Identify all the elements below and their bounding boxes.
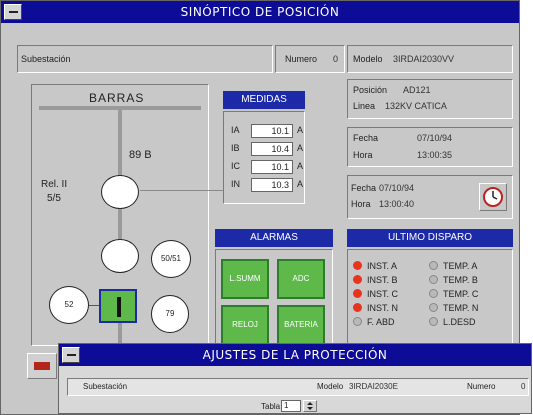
relay-connector-line [140, 190, 223, 191]
medida-ia-value: 10.1 [251, 124, 293, 138]
breaker-52-circle[interactable]: 52 [49, 286, 89, 324]
inst-c-indicator [353, 289, 362, 298]
temp-b-indicator [429, 275, 438, 284]
current-transformer-lower[interactable] [101, 239, 139, 273]
medida-ib-unit: A [297, 143, 304, 153]
medidas-header: MEDIDAS [223, 91, 305, 109]
ajustes-modelo-label: Modelo [317, 382, 344, 391]
disparo-hora-value: 13:00:40 [379, 199, 415, 209]
reclosing-79-label: 79 [165, 309, 175, 318]
posicion-value: AD121 [403, 85, 431, 95]
temp-c-label: TEMP. C [443, 289, 479, 299]
inst-n-indicator [353, 303, 362, 312]
relay-5051-circle[interactable]: 50/51 [151, 240, 191, 278]
medida-ia-unit: A [297, 125, 304, 135]
medida-ic-label: IC [231, 161, 240, 171]
inst-n-label: INST. N [367, 303, 399, 313]
breaker-symbol[interactable] [99, 289, 137, 323]
modelo-value: 3IRDAI2030VV [393, 54, 455, 64]
tabla-label: Tabla [261, 402, 281, 411]
clock-button[interactable] [479, 183, 507, 211]
inst-b-label: INST. B [367, 275, 398, 285]
hora-label: Hora [353, 150, 373, 160]
ajustes-modelo-value: 3IRDAI2030E [349, 382, 398, 391]
clock-icon [483, 187, 503, 207]
logo-button[interactable] [27, 353, 57, 379]
inst-b-indicator [353, 275, 362, 284]
subestacion-label: Subestación [21, 54, 71, 64]
f-abd-label: F. ABD [367, 317, 395, 327]
l-desd-indicator [429, 317, 438, 326]
linea-label: Linea [353, 101, 376, 111]
medida-ic-value: 10.1 [251, 160, 293, 174]
feeder-line-bottom [118, 323, 122, 345]
medida-in-unit: A [297, 179, 304, 189]
disparo-fecha-label: Fecha [351, 183, 377, 193]
alarm-adc-button[interactable]: ADC [277, 259, 325, 299]
alarm-lsumm-button[interactable]: L.SUMM [221, 259, 269, 299]
temp-n-indicator [429, 303, 438, 312]
alarm-bateria-label: BATERIA [284, 320, 318, 329]
inst-a-indicator [353, 261, 362, 270]
disparo-fecha-value: 07/10/94 [379, 183, 415, 193]
ajustes-header-box [67, 378, 529, 396]
temp-c-indicator [429, 289, 438, 298]
main-title-bar[interactable]: SINÓPTICO DE POSICIÓN [1, 1, 519, 23]
medida-in-value: 10.3 [251, 178, 293, 192]
modelo-label: Modelo [353, 54, 383, 64]
disconnector-89b-label: 89 B [129, 149, 152, 161]
medida-ia-label: IA [231, 125, 240, 135]
inst-a-label: INST. A [367, 261, 398, 271]
ajustes-numero-label: Numero [467, 382, 496, 391]
tabla-input[interactable]: 1 [281, 400, 301, 412]
linea-value: 132KV CATICA [385, 101, 447, 111]
f-abd-indicator [353, 317, 362, 326]
temp-a-label: TEMP. A [443, 261, 478, 271]
ajustes-window-title: AJUSTES DE LA PROTECCIÓN [202, 348, 388, 362]
breaker-contact-bar [117, 297, 121, 317]
main-window-title: SINÓPTICO DE POSICIÓN [180, 5, 340, 19]
fecha-label: Fecha [353, 133, 379, 143]
feeder-line-top [118, 110, 122, 184]
alarm-adc-label: ADC [292, 274, 310, 283]
posicion-label: Posición [353, 85, 388, 95]
temp-n-label: TEMP. N [443, 303, 479, 313]
temp-a-indicator [429, 261, 438, 270]
medida-ib-label: IB [231, 143, 240, 153]
l-desd-label: L.DESD [443, 317, 476, 327]
disparo-hora-label: Hora [351, 199, 371, 209]
stepper-arrow-icon [307, 402, 313, 410]
alarmas-header: ALARMAS [215, 229, 333, 247]
ajustes-title-bar[interactable]: AJUSTES DE LA PROTECCIÓN [59, 344, 531, 366]
alarm-reloj-label: RELOJ [232, 320, 258, 329]
ajustes-window: AJUSTES DE LA PROTECCIÓN Subestación Mod… [58, 343, 532, 414]
numero-label: Numero [285, 54, 318, 64]
medida-ib-value: 10.4 [251, 142, 293, 156]
medida-ic-unit: A [297, 161, 304, 171]
breaker-52-label: 52 [64, 300, 74, 309]
reclosing-79-circle[interactable]: 79 [151, 295, 189, 333]
relay-5051-label: 50/51 [160, 254, 182, 263]
feeder-line-mid [118, 209, 122, 239]
breaker-link-line [89, 305, 99, 306]
alarm-lsumm-label: L.SUMM [229, 274, 261, 283]
numero-value: 0 [333, 54, 339, 64]
rel-label: Rel. II [41, 179, 68, 190]
temp-b-label: TEMP. B [443, 275, 478, 285]
rel-value: 5/5 [47, 193, 61, 204]
alarm-bateria-button[interactable]: BATERIA [277, 305, 325, 345]
ajustes-subestacion-label: Subestación [83, 382, 128, 391]
logo-icon [34, 362, 50, 370]
medida-in-label: IN [231, 179, 240, 189]
alarm-reloj-button[interactable]: RELOJ [221, 305, 269, 345]
tabla-stepper[interactable] [303, 400, 317, 412]
hora-value: 13:00:35 [417, 150, 453, 160]
fecha-value: 07/10/94 [417, 133, 453, 143]
inst-c-label: INST. C [367, 289, 399, 299]
ajustes-numero-value: 0 [521, 382, 526, 391]
barras-label: BARRAS [89, 91, 145, 105]
ultimo-disparo-header: ULTIMO DISPARO [347, 229, 513, 247]
current-transformer-upper[interactable] [101, 175, 139, 209]
